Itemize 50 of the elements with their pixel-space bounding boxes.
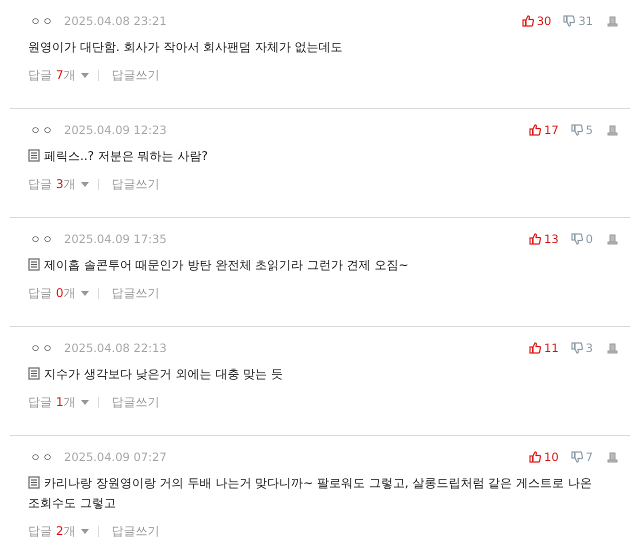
thumbs-up-icon <box>529 233 542 245</box>
comment-text: 페릭스..? 저분은 뭐하는 사람? <box>44 149 208 163</box>
dislike-button[interactable]: 31 <box>563 14 593 28</box>
replies-toggle[interactable]: 답글 1개 <box>28 394 76 411</box>
caret-icon[interactable] <box>81 529 90 534</box>
dislike-button[interactable]: 0 <box>570 232 593 246</box>
caret-icon[interactable] <box>81 291 90 296</box>
replies-toggle[interactable]: 답글 3개 <box>28 176 76 193</box>
write-reply-link[interactable]: 답글쓰기 <box>111 176 160 193</box>
caret-icon[interactable] <box>81 73 90 78</box>
author-name: ㅇㅇ <box>30 340 55 356</box>
thumbs-up-icon <box>522 15 534 27</box>
write-reply-link[interactable]: 답글쓰기 <box>111 394 160 411</box>
comment-text: 지수가 생각보다 낮은거 외에는 대충 맞는 듯 <box>44 367 283 381</box>
comment-date: 2025.04.09 12:23 <box>64 123 167 137</box>
author-name: ㅇㅇ <box>30 232 55 246</box>
author-name: ㅇㅇ <box>30 450 55 464</box>
write-reply-link[interactable]: 답글쓰기 <box>111 67 160 84</box>
write-reply-link[interactable]: 답글쓰기 <box>111 285 160 302</box>
replies-toggle[interactable]: 답글 0개 <box>28 285 76 302</box>
dislike-button[interactable]: 7 <box>570 450 593 464</box>
thumbs-down-icon <box>563 15 576 27</box>
thumbs-down-icon <box>570 124 583 136</box>
dislike-button[interactable]: 5 <box>570 123 593 137</box>
caret-icon[interactable] <box>81 182 90 187</box>
like-button[interactable]: 10 <box>529 450 559 464</box>
comment-date: 2025.04.08 23:21 <box>64 14 167 28</box>
thumbs-up-icon <box>529 451 542 463</box>
thumbs-down-icon <box>570 451 583 463</box>
comment-text: 제이홉 솔콘투어 때문인가 방탄 완전체 초읽기라 그런가 견제 오짐~ <box>44 258 409 272</box>
author-name: ㅇㅇ <box>30 14 55 28</box>
write-reply-link[interactable]: 답글쓰기 <box>111 523 160 540</box>
author-name: ㅇㅇ <box>30 122 55 138</box>
thumbs-down-icon <box>570 233 583 245</box>
comment-date: 2025.04.09 17:35 <box>64 232 167 246</box>
thumbs-up-icon <box>529 342 542 354</box>
like-button[interactable]: 11 <box>529 341 559 355</box>
like-button[interactable]: 17 <box>529 123 559 137</box>
dislike-button[interactable]: 3 <box>570 341 593 355</box>
comment-text: 원영이가 대단함. 회사가 작아서 회사팬덤 자체가 없는데도 <box>28 40 343 54</box>
comment-text: 카리나랑 장원영이랑 거의 두배 나는거 맞다니까~ 팔로워도 그렇고, 살롱드립처럼 같은 게스트로 나온 조회수도 그렇고 <box>28 476 592 510</box>
comment-date: 2025.04.09 07:27 <box>64 450 167 464</box>
like-button[interactable]: 30 <box>522 14 552 28</box>
like-button[interactable]: 13 <box>529 232 559 246</box>
thumbs-up-icon <box>529 124 542 136</box>
comment-date: 2025.04.08 22:13 <box>64 341 167 355</box>
thumbs-down-icon <box>570 342 583 354</box>
replies-toggle[interactable]: 답글 7개 <box>28 67 76 84</box>
replies-toggle[interactable]: 답글 2개 <box>28 523 76 540</box>
caret-icon[interactable] <box>81 400 90 405</box>
